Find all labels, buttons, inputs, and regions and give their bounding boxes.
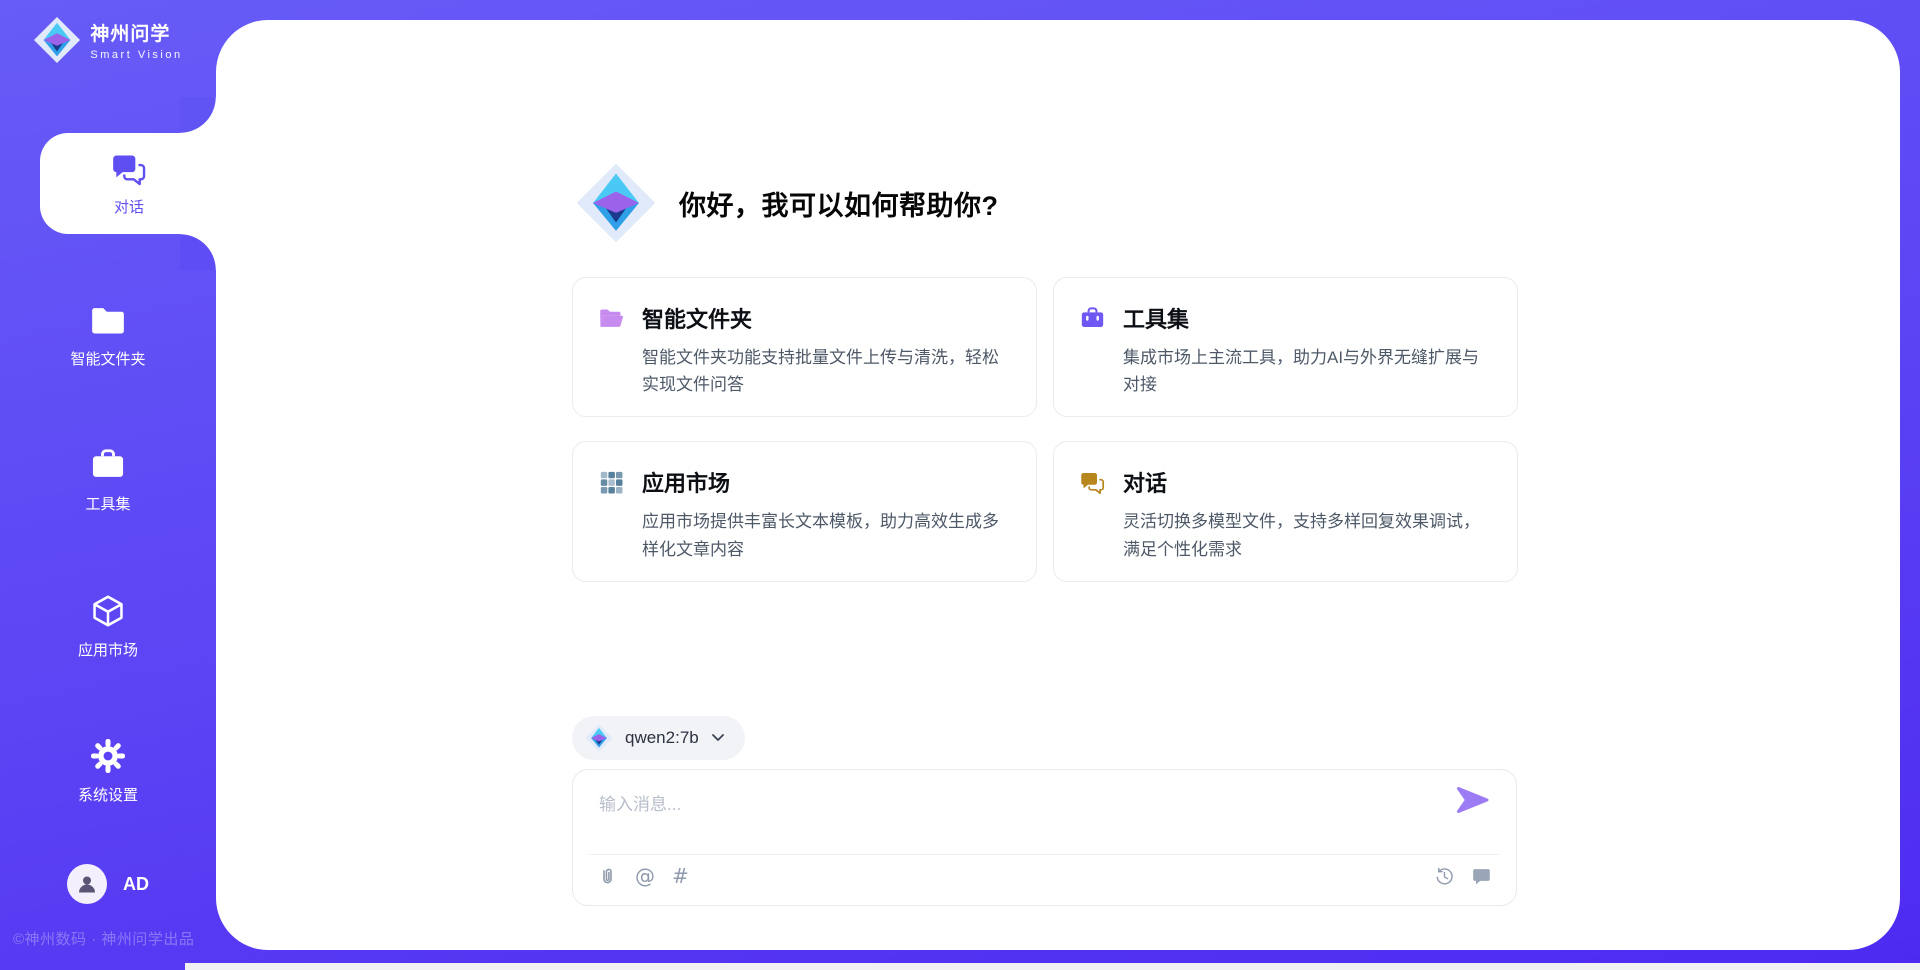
person-icon: [75, 872, 99, 896]
sidebar-item-settings[interactable]: 系统设置: [0, 732, 216, 810]
avatar: [67, 864, 107, 904]
folder-open-icon: [598, 305, 625, 332]
brand-logo-block: 神州问学 Smart Vision: [0, 16, 216, 64]
card-title: 智能文件夹: [642, 302, 752, 334]
brand-diamond-icon: [33, 16, 81, 64]
chevron-down-icon: [711, 733, 725, 743]
chat-icon: [1079, 469, 1106, 496]
app-window: 神州问学 Smart Vision 对话 智能文件夹 工具集 应用市场 系统设置: [0, 0, 1920, 970]
card-description: 智能文件夹功能支持批量文件上传与清洗，轻松实现文件问答: [642, 344, 1010, 398]
send-button[interactable]: [1456, 786, 1490, 814]
mention-icon[interactable]: @: [635, 866, 655, 887]
horizontal-scrollbar[interactable]: [185, 963, 1920, 970]
model-selector[interactable]: qwen2:7b: [572, 716, 745, 760]
sidebar-item-label: 智能文件夹: [70, 348, 145, 369]
brand-name: 神州问学: [90, 19, 182, 46]
sidebar-item-toolset[interactable]: 工具集: [0, 441, 216, 519]
chat-bubble-icon[interactable]: [1471, 866, 1492, 887]
feature-cards: 智能文件夹 智能文件夹功能支持批量文件上传与清洗，轻松实现文件问答 工具集 集成…: [572, 277, 1518, 582]
history-icon[interactable]: [1434, 866, 1455, 887]
model-name: qwen2:7b: [625, 728, 699, 748]
sidebar-item-chat[interactable]: 对话: [40, 133, 218, 234]
message-composer[interactable]: 输入消息... @ #: [572, 769, 1517, 906]
folder-icon: [89, 301, 127, 339]
sidebar-item-app-market[interactable]: 应用市场: [0, 587, 216, 665]
message-input[interactable]: 输入消息...: [599, 790, 681, 815]
greeting-title: 你好，我可以如何帮助你?: [679, 184, 999, 223]
toolbox-icon: [89, 446, 127, 484]
card-title: 对话: [1123, 466, 1167, 498]
sidebar-item-label: 对话: [114, 196, 144, 217]
brand-subtitle: Smart Vision: [90, 49, 182, 61]
card-toolset[interactable]: 工具集 集成市场上主流工具，助力AI与外界无缝扩展与对接: [1053, 277, 1518, 417]
cube-icon: [89, 592, 127, 630]
grid-icon: [598, 469, 625, 496]
composer-divider: [589, 854, 1500, 855]
card-title: 应用市场: [642, 466, 730, 498]
card-title: 工具集: [1123, 302, 1189, 334]
copyright-footer: ©神州数码 · 神州问学出品: [13, 928, 223, 949]
sidebar-item-label: 系统设置: [78, 784, 138, 805]
gear-icon: [89, 737, 127, 775]
card-description: 应用市场提供丰富长文本模板，助力高效生成多样化文章内容: [642, 508, 1010, 562]
sidebar-item-label: 应用市场: [78, 639, 138, 660]
user-name: AD: [123, 874, 149, 895]
hashtag-icon[interactable]: #: [672, 866, 689, 887]
card-smart-folder[interactable]: 智能文件夹 智能文件夹功能支持批量文件上传与清洗，轻松实现文件问答: [572, 277, 1037, 417]
sidebar-item-smart-folder[interactable]: 智能文件夹: [0, 296, 216, 374]
model-diamond-icon: [585, 724, 613, 752]
card-description: 集成市场上主流工具，助力AI与外界无缝扩展与对接: [1123, 344, 1491, 398]
toolbox-icon: [1079, 305, 1106, 332]
card-chat[interactable]: 对话 灵活切换多模型文件，支持多样回复效果调试，满足个性化需求: [1053, 441, 1518, 581]
user-account[interactable]: AD: [0, 864, 216, 904]
greeting-block: 你好，我可以如何帮助你?: [575, 162, 999, 244]
sidebar-item-label: 工具集: [85, 493, 130, 514]
chat-icon: [110, 150, 148, 188]
assistant-diamond-icon: [575, 162, 657, 244]
card-description: 灵活切换多模型文件，支持多样回复效果调试，满足个性化需求: [1123, 508, 1491, 562]
attachment-icon[interactable]: [597, 866, 618, 887]
sidebar: 神州问学 Smart Vision 对话 智能文件夹 工具集 应用市场 系统设置: [0, 0, 216, 970]
card-app-market[interactable]: 应用市场 应用市场提供丰富长文本模板，助力高效生成多样化文章内容: [572, 441, 1037, 581]
